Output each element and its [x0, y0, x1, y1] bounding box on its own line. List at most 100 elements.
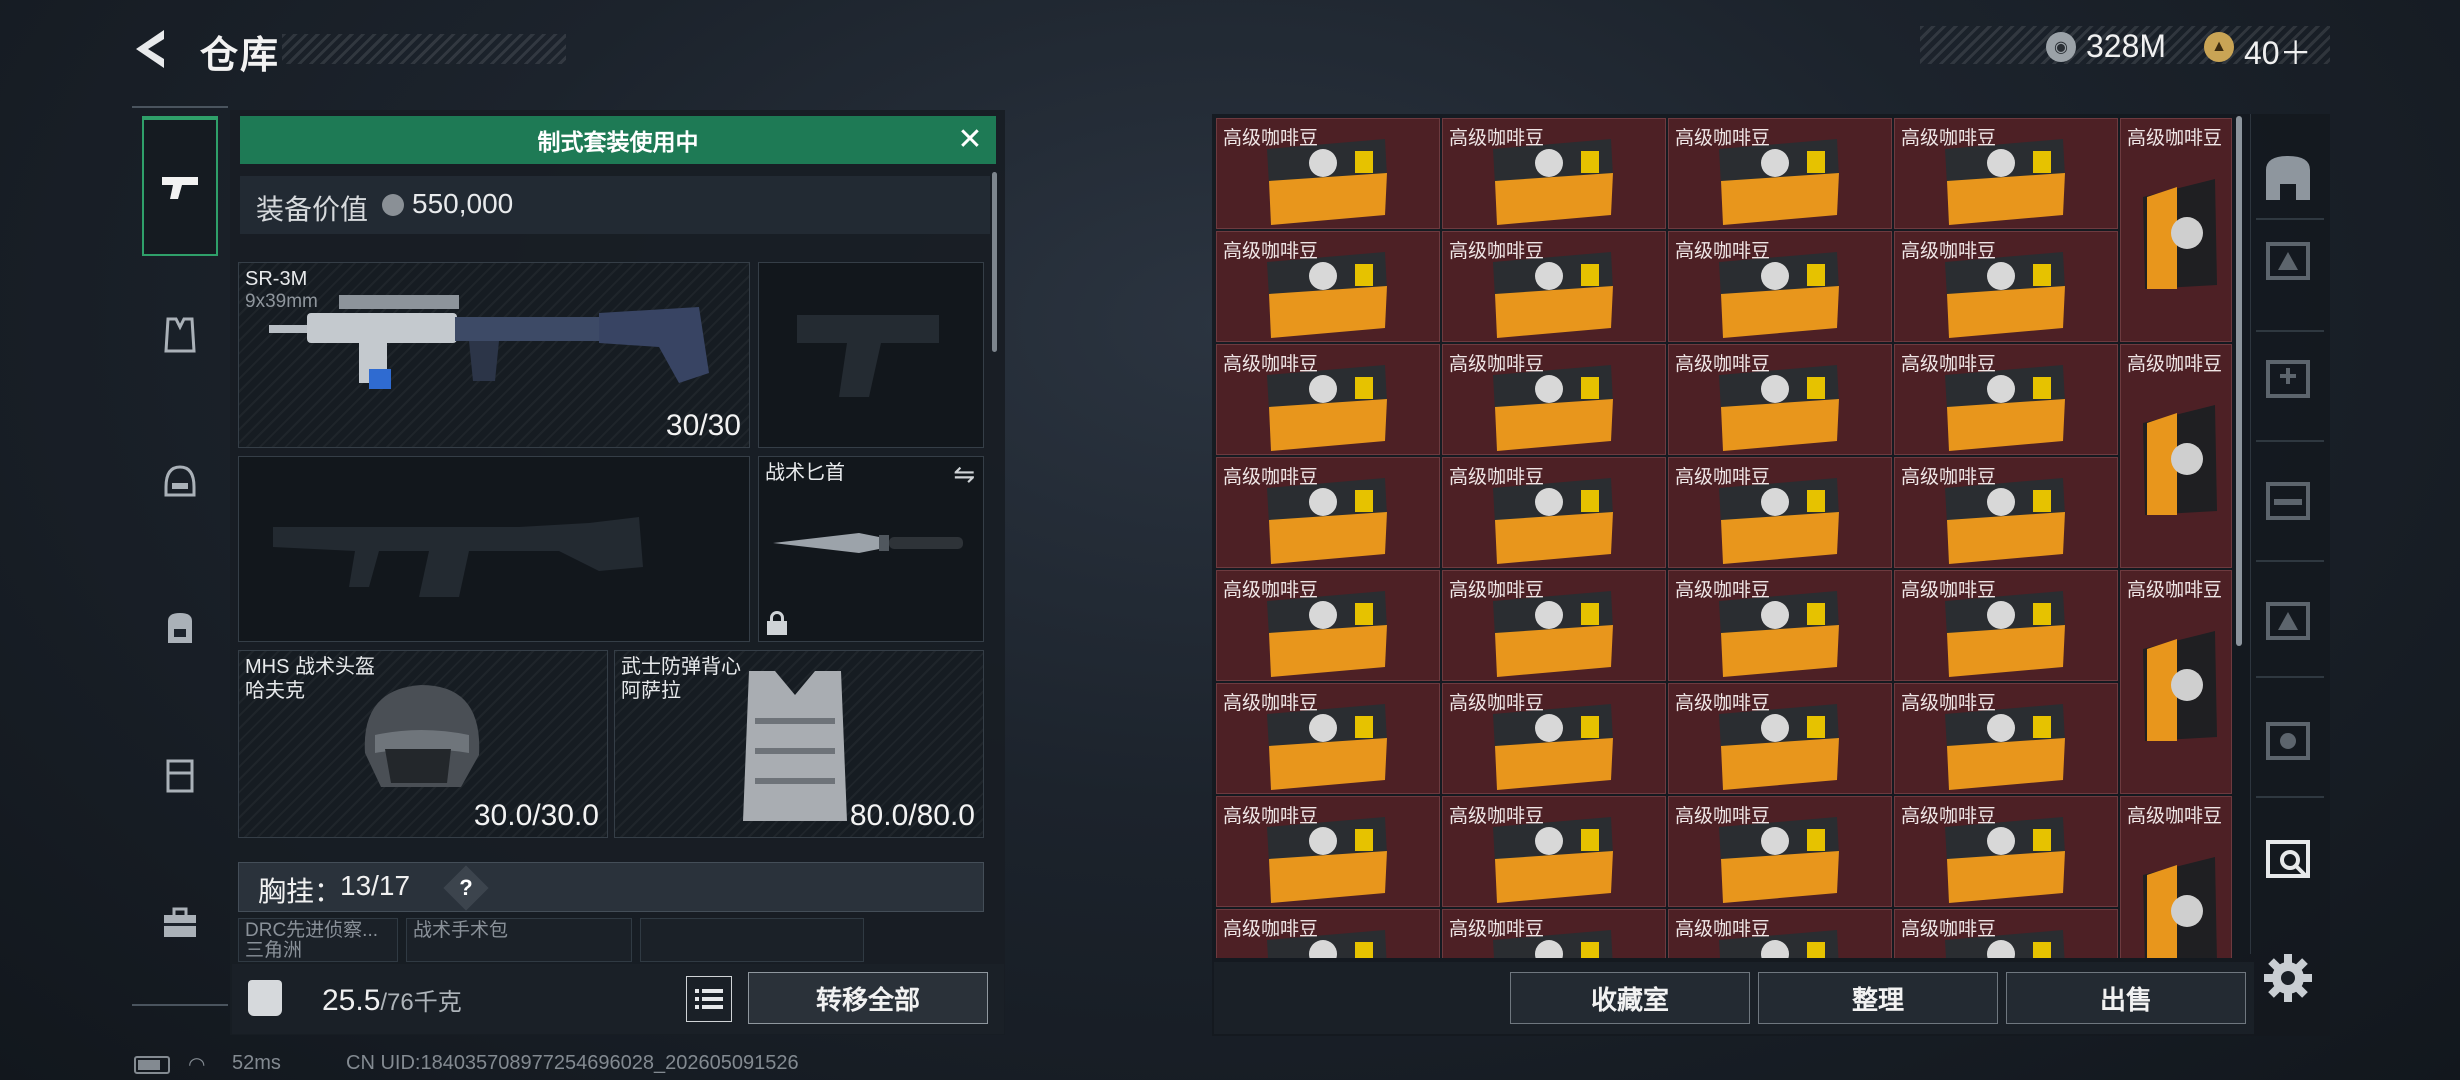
item-name: 高级咖啡豆 [1675, 354, 1771, 375]
melee-slot[interactable]: 战术匕首 ⇋ [758, 456, 984, 642]
ticket-balance[interactable]: 40＋ [2244, 28, 2312, 74]
storage-item-coffee-beans[interactable]: 高级咖啡豆 [1216, 231, 1440, 342]
stash-tab-4-icon[interactable] [2258, 590, 2318, 650]
storage-item-coffee-beans[interactable]: 高级咖啡豆 [1668, 909, 1892, 958]
sort-button[interactable]: 整理 [1758, 972, 1998, 1024]
coffee-bag-icon [1939, 137, 2069, 229]
stash-tab-3-icon[interactable] [2258, 470, 2318, 530]
list-view-button[interactable] [686, 976, 732, 1022]
storage-item-coffee-beans[interactable]: 高级咖啡豆 [1442, 570, 1666, 681]
storage-item-coffee-beans[interactable]: 高级咖啡豆 [1668, 118, 1892, 229]
secondary-weapon-slot[interactable] [238, 456, 750, 642]
item-name: 高级咖啡豆 [1901, 919, 1997, 940]
storage-item-coffee-beans[interactable]: 高级咖啡豆 [1894, 118, 2118, 229]
item-name: 高级咖啡豆 [1901, 128, 1997, 149]
storage-item-coffee-beans[interactable]: 高级咖啡豆 [1668, 344, 1892, 455]
pistol-placeholder-icon [797, 315, 939, 397]
item-name: 高级咖啡豆 [1675, 919, 1771, 940]
nav-weapons[interactable] [142, 116, 218, 256]
storage-item-coffee-beans-large[interactable]: 高级咖啡豆 [2120, 344, 2232, 568]
rail-separator [2256, 330, 2324, 332]
helmet-variant: 哈夫克 [245, 680, 305, 702]
nav-toolbox[interactable] [142, 878, 218, 968]
rail-separator [2256, 218, 2324, 220]
storage-item-coffee-beans[interactable]: 高级咖啡豆 [1442, 118, 1666, 229]
armor-slot[interactable]: 武士防弹背心 阿萨拉 80.0/80.0 [614, 650, 984, 838]
coffee-bag-icon [1713, 589, 1843, 681]
storage-item-coffee-beans[interactable]: 高级咖啡豆 [1894, 231, 2118, 342]
storage-item-coffee-beans[interactable]: 高级咖啡豆 [1894, 683, 2118, 794]
rail-separator [2256, 796, 2324, 798]
storage-item-coffee-beans[interactable]: 高级咖啡豆 [1894, 796, 2118, 907]
vest-icon [164, 317, 196, 353]
nav-armor[interactable] [142, 290, 218, 380]
storage-item-coffee-beans[interactable]: 高级咖啡豆 [1216, 683, 1440, 794]
safe-box-icon[interactable] [2258, 148, 2318, 208]
item-name: 高级咖啡豆 [1675, 241, 1771, 262]
storage-item-coffee-beans[interactable]: 高级咖啡豆 [1442, 796, 1666, 907]
storage-item-coffee-beans[interactable]: 高级咖啡豆 [1668, 457, 1892, 568]
armor-variant: 阿萨拉 [621, 680, 681, 702]
swap-icon[interactable]: ⇋ [953, 459, 975, 490]
item-name: 高级咖啡豆 [1901, 467, 1997, 488]
storage-item-coffee-beans[interactable]: 高级咖啡豆 [1894, 457, 2118, 568]
weight-icon [248, 980, 282, 1016]
stash-tab-2-icon[interactable] [2258, 348, 2318, 408]
equipment-value: 550,000 [412, 188, 514, 219]
rig-slot-2[interactable]: 战术手术包 [406, 918, 632, 962]
storage-item-coffee-beans[interactable]: 高级咖啡豆 [1216, 570, 1440, 681]
helmet-slot[interactable]: MHS 战术头盔 哈夫克 30.0/30.0 [238, 650, 608, 838]
storage-item-coffee-beans[interactable]: 高级咖啡豆 [1668, 231, 1892, 342]
sell-button[interactable]: 出售 [2006, 972, 2246, 1024]
storage-item-coffee-beans[interactable]: 高级咖啡豆 [1216, 909, 1440, 958]
item-name: 高级咖啡豆 [1223, 693, 1319, 714]
storage-item-coffee-beans-large[interactable]: 高级咖啡豆 [2120, 118, 2232, 342]
storage-item-coffee-beans[interactable]: 高级咖啡豆 [1216, 457, 1440, 568]
back-arrow-icon[interactable] [130, 26, 176, 72]
storage-item-coffee-beans[interactable]: 高级咖啡豆 [1894, 570, 2118, 681]
nav-container[interactable] [142, 730, 218, 820]
storage-item-coffee-beans[interactable]: 高级咖啡豆 [1894, 909, 2118, 958]
equipment-value-label: 装备价值 [256, 194, 369, 225]
item-name: 高级咖啡豆 [1223, 241, 1319, 262]
equipment-scrollbar[interactable] [992, 172, 997, 352]
collection-room-button[interactable]: 收藏室 [1510, 972, 1750, 1024]
stash-tab-5-icon[interactable] [2258, 710, 2318, 770]
storage-item-coffee-beans[interactable]: 高级咖啡豆 [1668, 683, 1892, 794]
coffee-bag-icon [1261, 702, 1391, 794]
storage-item-coffee-beans[interactable]: 高级咖啡豆 [1442, 231, 1666, 342]
storage-item-coffee-beans[interactable]: 高级咖啡豆 [1216, 118, 1440, 229]
storage-item-coffee-beans[interactable]: 高级咖啡豆 [1668, 796, 1892, 907]
storage-item-coffee-beans-large[interactable]: 高级咖啡豆 [2120, 796, 2232, 958]
coffee-bag-icon [1261, 137, 1391, 229]
storage-item-coffee-beans[interactable]: 高级咖啡豆 [1668, 570, 1892, 681]
stash-tab-1-icon[interactable] [2258, 230, 2318, 290]
coffee-bag-tall-icon [2137, 399, 2221, 517]
storage-item-coffee-beans[interactable]: 高级咖啡豆 [1894, 344, 2118, 455]
coffee-bag-icon [1713, 702, 1843, 794]
weight-display: 25.5/76千克 [322, 982, 462, 1018]
storage-item-coffee-beans[interactable]: 高级咖啡豆 [1442, 683, 1666, 794]
gear-icon[interactable] [2262, 952, 2314, 1004]
rig-slot-3[interactable] [640, 918, 864, 962]
primary-weapon-slot[interactable]: SR-3M 9x39mm 30/30 [238, 262, 750, 448]
storage-scrollbar[interactable] [2236, 116, 2242, 646]
item-name: 高级咖啡豆 [1449, 693, 1545, 714]
nav-helmet[interactable] [142, 436, 218, 526]
sidearm-slot[interactable] [758, 262, 984, 448]
rig-slot-1[interactable]: DRC先进侦察... 三角洲 [238, 918, 398, 962]
storage-item-coffee-beans-large[interactable]: 高级咖啡豆 [2120, 570, 2232, 794]
coffee-bag-icon [1939, 702, 2069, 794]
storage-item-coffee-beans[interactable]: 高级咖啡豆 [1442, 457, 1666, 568]
storage-item-coffee-beans[interactable]: 高级咖啡豆 [1442, 344, 1666, 455]
close-icon[interactable]: ✕ [952, 122, 988, 158]
helmet-durability: 30.0/30.0 [473, 799, 599, 832]
rail-separator [2256, 440, 2324, 442]
storage-item-coffee-beans[interactable]: 高级咖啡豆 [1442, 909, 1666, 958]
stash-tab-6-icon[interactable] [2258, 828, 2318, 888]
transfer-all-button[interactable]: 转移全部 [748, 972, 988, 1024]
storage-item-coffee-beans[interactable]: 高级咖啡豆 [1216, 344, 1440, 455]
storage-item-coffee-beans[interactable]: 高级咖啡豆 [1216, 796, 1440, 907]
nav-backpack[interactable] [142, 582, 218, 672]
coffee-bag-icon [1487, 702, 1617, 794]
